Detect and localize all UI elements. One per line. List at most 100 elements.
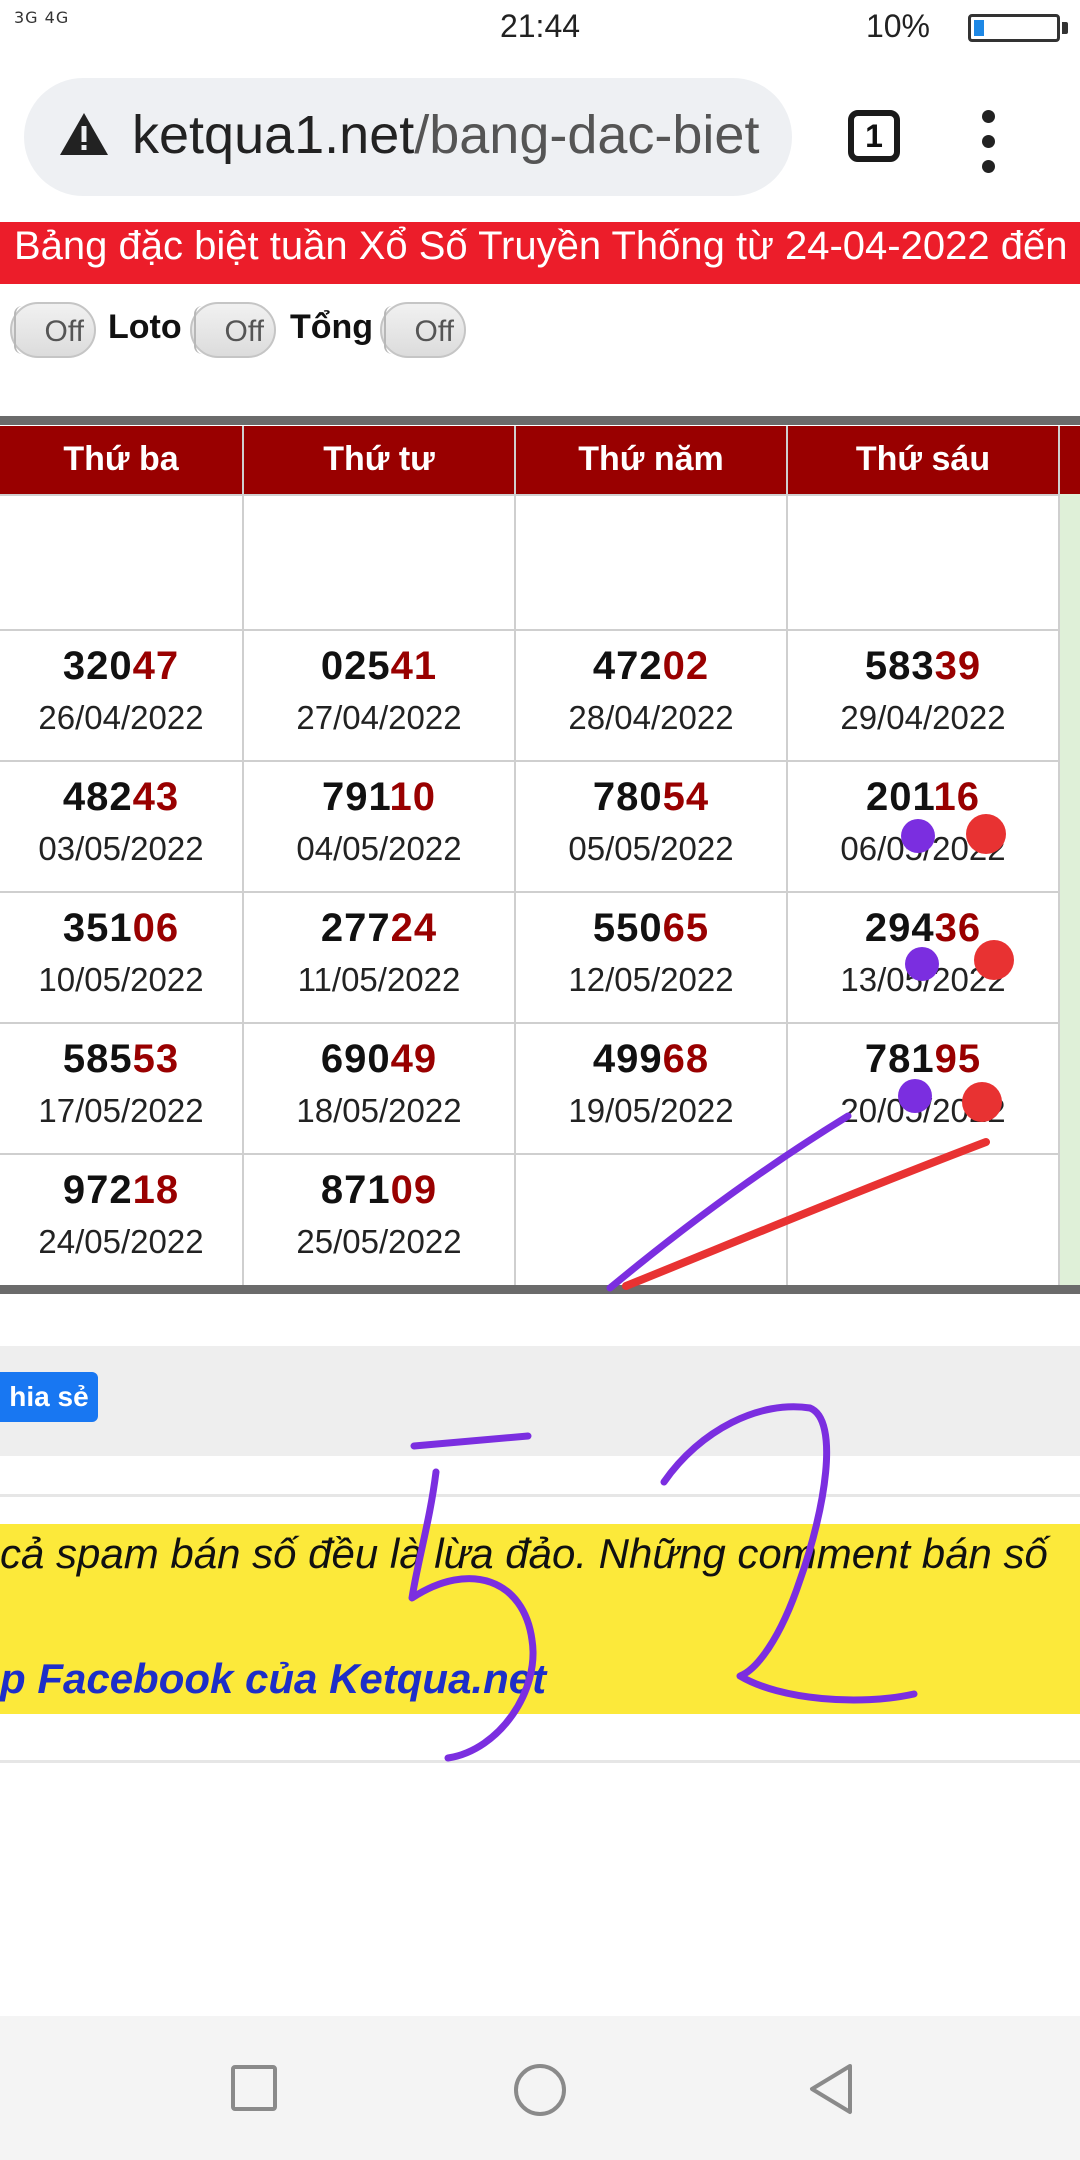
result-number: 49968 [516,1037,786,1082]
facebook-group-link[interactable]: p Facebook của Ketqua.net [0,1655,1080,1703]
result-date: 29/04/2022 [840,699,1006,736]
result-number: 02541 [244,644,514,689]
column-header-friday: Thứ sáu [788,426,1058,494]
column-header-thursday: Thứ năm [516,426,786,494]
number-head: 585 [62,1037,133,1081]
number-tail: 65 [662,906,710,950]
result-cell: 97218 24/05/2022 [0,1168,256,1261]
toggle-state: Off [224,315,264,348]
url-path: /bang-dac-biet [414,105,760,165]
number-head: 482 [62,775,133,819]
result-date: 20/05/2022 [840,1092,1006,1129]
url-host: ketqua1.net [132,105,415,165]
number-head: 871 [320,1168,391,1212]
result-cell: 78195 20/05/2022 [788,1037,1058,1130]
result-number: 58339 [788,644,1058,689]
number-head: 791 [321,775,390,819]
result-cell: 49968 19/05/2022 [516,1037,786,1130]
result-number: 69049 [244,1037,514,1082]
result-date: 28/04/2022 [568,699,734,736]
column-header-tuesday: Thứ ba [0,426,242,494]
result-date: 13/05/2022 [840,961,1006,998]
result-number: 32047 [0,644,256,689]
number-tail: 02 [662,644,710,688]
toggle-switch-1[interactable]: Off [10,302,96,358]
battery-tip [1062,22,1068,34]
divider [0,1760,1080,1763]
result-number: 79110 [244,775,514,820]
result-cell: 48243 03/05/2022 [0,775,256,868]
number-tail: 36 [934,906,982,950]
overflow-menu-icon[interactable] [982,110,998,185]
purple-stroke [606,1112,852,1292]
tong-label: Tổng [290,308,374,346]
notice-text: cả spam bán số đều là lừa đảo. Những com… [0,1530,1048,1577]
number-head: 780 [592,775,663,819]
number-tail: 10 [389,775,437,819]
number-tail: 16 [933,775,981,819]
result-cell: 58339 29/04/2022 [788,644,1058,737]
number-tail: 41 [390,644,438,688]
toggle-loto[interactable]: Off [190,302,276,358]
number-tail: 54 [662,775,710,819]
recent-apps-icon[interactable] [230,2064,278,2112]
result-cell: 47202 28/04/2022 [516,644,786,737]
table-bottom-border [0,1285,1080,1294]
toggle-state: Off [414,315,454,348]
number-head: 025 [320,644,391,688]
result-cell: 55065 12/05/2022 [516,906,786,999]
result-date: 24/05/2022 [38,1223,204,1260]
number-head: 690 [320,1037,391,1081]
result-date: 04/05/2022 [296,830,462,867]
back-icon[interactable] [806,2062,856,2116]
number-tail: 95 [934,1037,982,1081]
number-tail: 43 [132,775,180,819]
result-cell: 79110 04/05/2022 [244,775,514,868]
column-divider [1058,426,1060,1286]
number-head: 351 [62,906,133,950]
number-tail: 09 [390,1168,438,1212]
result-cell: 78054 05/05/2022 [516,775,786,868]
row-divider [0,891,1058,893]
result-number: 87109 [244,1168,514,1213]
result-date: 10/05/2022 [38,961,204,998]
result-date: 03/05/2022 [38,830,204,867]
warning-icon[interactable] [58,111,110,157]
result-date: 18/05/2022 [296,1092,462,1129]
url-text[interactable]: ketqua1.net/bang-dac-biet [132,104,768,166]
result-number: 78054 [516,775,786,820]
result-date: 05/05/2022 [568,830,734,867]
toggle-tong[interactable]: Off [380,302,466,358]
home-icon[interactable] [512,2062,568,2118]
number-head: 972 [62,1168,133,1212]
row-divider [0,1022,1058,1024]
result-number: 55065 [516,906,786,951]
result-cell: 02541 27/04/2022 [244,644,514,737]
row-divider [0,1153,1058,1155]
number-head: 294 [864,906,935,950]
result-cell: 58553 17/05/2022 [0,1037,256,1130]
number-head: 201 [865,775,934,819]
share-bar [0,1346,1080,1456]
status-bar: 3G 4G 21:44 10% [0,0,1080,56]
number-head: 583 [864,644,935,688]
result-date: 11/05/2022 [297,961,461,998]
tab-switcher-button[interactable]: 1 [848,110,900,162]
table-top-border [0,416,1080,425]
toggle-state: Off [44,315,84,348]
result-cell: 35106 10/05/2022 [0,906,256,999]
number-tail: 39 [934,644,982,688]
result-date: 12/05/2022 [568,961,734,998]
result-cell: 27724 11/05/2022 [244,906,514,999]
share-button[interactable]: hia sẻ [0,1372,98,1422]
number-tail: 49 [390,1037,438,1081]
red-stroke [622,1138,990,1290]
result-date: 27/04/2022 [296,699,462,736]
next-column-strip [1060,494,1080,1285]
number-head: 781 [864,1037,935,1081]
number-head: 320 [62,644,133,688]
result-cell: 20116 06/05/2022 [788,775,1058,868]
row-divider [0,629,1058,631]
divider [0,1494,1080,1497]
result-number: 29436 [788,906,1058,951]
